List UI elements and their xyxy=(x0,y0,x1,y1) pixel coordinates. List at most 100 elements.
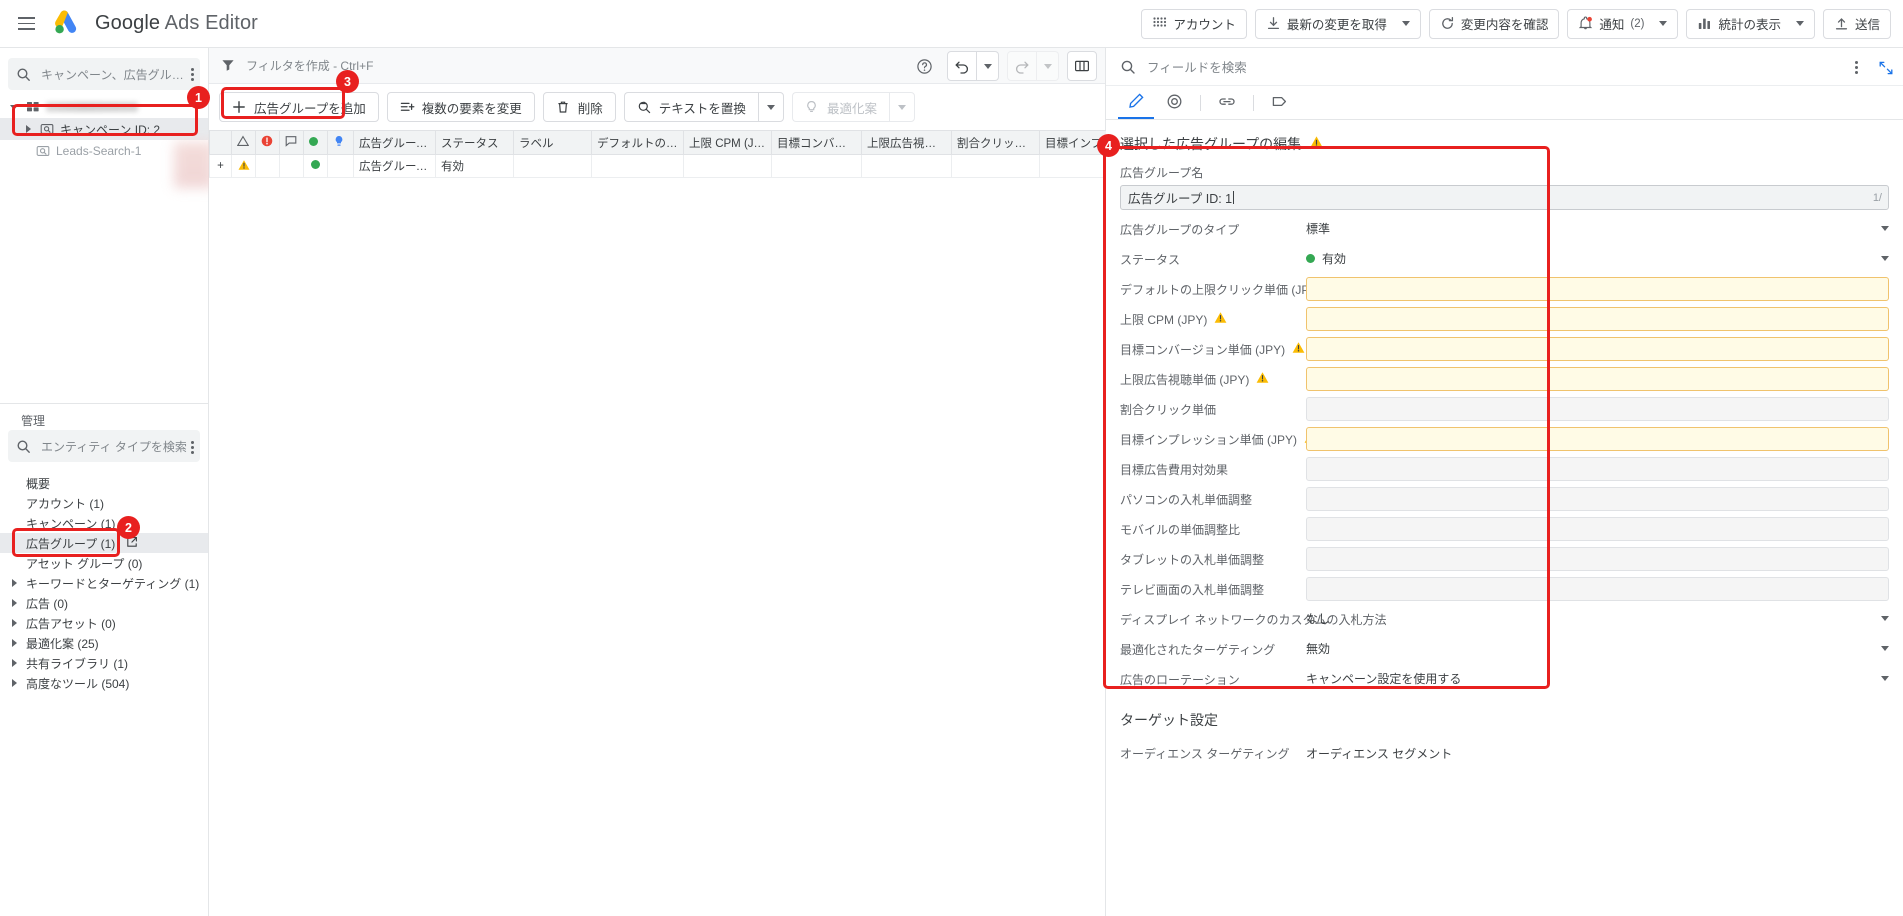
th-error-icon[interactable] xyxy=(255,130,280,155)
tab-targeting[interactable] xyxy=(1156,86,1192,119)
sidebar-item-ad-assets[interactable]: 広告アセット (0) xyxy=(0,613,208,633)
target-roas-input[interactable] xyxy=(1306,457,1889,481)
adgroup-name-input[interactable]: 広告グループ ID: 1 1/ xyxy=(1120,185,1889,210)
bulk-edit-button[interactable]: 複数の要素を変更 xyxy=(386,92,535,122)
sidebar-search-input[interactable]: キャンペーン、広告グループ、アセ... xyxy=(8,58,200,90)
chevron-right-icon[interactable] xyxy=(8,617,20,629)
review-changes-button[interactable]: 変更内容を確認 xyxy=(1428,8,1560,39)
field-optimized-targeting[interactable]: 最適化されたターゲティング 無効 xyxy=(1120,634,1889,664)
row-add-cell[interactable]: + xyxy=(209,154,232,178)
field-display-custom-bidding[interactable]: ディスプレイ ネットワークのカスタムの入札方法 なし xyxy=(1120,604,1889,634)
field-target-roas[interactable]: 目標広告費用対効果 xyxy=(1120,454,1889,484)
chevron-right-icon[interactable] xyxy=(8,577,20,589)
hamburger-icon[interactable] xyxy=(6,4,46,44)
row-target-cpa[interactable] xyxy=(771,154,862,178)
chevron-down-icon[interactable] xyxy=(8,101,20,113)
entity-more-options-icon[interactable] xyxy=(180,435,204,459)
th-label[interactable]: ラベル xyxy=(513,130,592,155)
replace-text-button[interactable]: テキストを置換 xyxy=(623,92,758,122)
notifications-button[interactable]: 通知 (2) xyxy=(1567,8,1679,39)
sidebar-item-overview[interactable]: 概要 xyxy=(0,473,208,493)
panel-more-options-icon[interactable] xyxy=(1844,55,1868,79)
th-max-cpm[interactable]: 上限 CPM (JPY) xyxy=(683,130,772,155)
field-tablet-bid-adjustment[interactable]: タブレットの入札単価調整 xyxy=(1120,544,1889,574)
undo-dropdown-icon[interactable] xyxy=(977,51,999,81)
field-search-placeholder[interactable]: フィールドを検索 xyxy=(1147,57,1247,76)
th-adgroup-name[interactable]: 広告グループ名 xyxy=(353,130,436,155)
field-percent-cpc[interactable]: 割合クリック単価 xyxy=(1120,394,1889,424)
help-circle-icon[interactable] xyxy=(909,51,939,81)
tv-bid-adjustment-input[interactable] xyxy=(1306,577,1889,601)
th-bulb-icon[interactable] xyxy=(327,130,354,155)
field-desktop-bid-adjustment[interactable]: パソコンの入札単価調整 xyxy=(1120,484,1889,514)
sidebar-item-campaigns[interactable]: キャンペーン (1) xyxy=(0,513,208,533)
default-max-cpc-input[interactable] xyxy=(1306,277,1889,301)
optimized-targeting-select[interactable]: 無効 xyxy=(1306,637,1889,661)
th-max-cpv[interactable]: 上限広告視聴単... xyxy=(861,130,952,155)
field-audience-targeting[interactable]: オーディエンス ターゲティング オーディエンス セグメント xyxy=(1120,738,1889,768)
th-status[interactable]: ステータス xyxy=(435,130,514,155)
field-default-max-cpc[interactable]: デフォルトの上限クリック単価 (JPY) xyxy=(1120,274,1889,304)
tab-labels[interactable] xyxy=(1262,86,1298,119)
row-percent-cpc[interactable] xyxy=(951,154,1040,178)
row-adgroup-name[interactable]: 広告グループ ID: 1 xyxy=(353,154,436,178)
sidebar-item-asset-groups[interactable]: アセット グループ (0) xyxy=(0,553,208,573)
target-cpm-input[interactable] xyxy=(1306,427,1889,451)
desktop-bid-adjustment-input[interactable] xyxy=(1306,487,1889,511)
max-cpm-input[interactable] xyxy=(1306,307,1889,331)
sidebar-item-accounts[interactable]: アカウント (1) xyxy=(0,493,208,513)
tree-row-account[interactable] xyxy=(0,96,208,118)
tablet-bid-adjustment-input[interactable] xyxy=(1306,547,1889,571)
field-tv-bid-adjustment[interactable]: テレビ画面の入札単価調整 xyxy=(1120,574,1889,604)
chevron-right-icon[interactable] xyxy=(8,677,20,689)
chevron-right-icon[interactable] xyxy=(8,657,20,669)
table-row[interactable]: + 広告グループ ID: 1 有効 xyxy=(209,154,1198,178)
chevron-right-icon[interactable] xyxy=(22,123,34,135)
chevron-down-icon[interactable] xyxy=(1795,21,1804,26)
tab-edit[interactable] xyxy=(1118,86,1154,119)
view-statistics-button[interactable]: 統計の表示 xyxy=(1686,8,1815,39)
target-cpa-input[interactable] xyxy=(1306,337,1889,361)
open-in-full-icon[interactable] xyxy=(1878,60,1893,75)
field-max-cpm[interactable]: 上限 CPM (JPY) xyxy=(1120,304,1889,334)
sidebar-item-ads[interactable]: 広告 (0) xyxy=(0,593,208,613)
accounts-button[interactable]: アカウント xyxy=(1141,8,1247,39)
undo-icon[interactable] xyxy=(947,51,977,81)
chevron-down-icon[interactable] xyxy=(1659,21,1668,26)
th-comment-icon[interactable] xyxy=(279,130,304,155)
sidebar-more-options-icon[interactable] xyxy=(180,62,204,86)
field-status[interactable]: ステータス 有効 xyxy=(1120,244,1889,274)
sidebar-item-keywords-targeting[interactable]: キーワードとターゲティング (1) xyxy=(0,573,208,593)
th-status-dot-icon[interactable] xyxy=(303,130,328,155)
post-button[interactable]: 送信 xyxy=(1822,8,1891,39)
delete-button[interactable]: 削除 xyxy=(542,92,616,122)
columns-icon[interactable] xyxy=(1067,51,1097,81)
sidebar-campaign-row[interactable]: キャンペーン ID: 2 xyxy=(0,118,208,140)
field-mobile-bid-adjustment[interactable]: モバイルの単価調整比 xyxy=(1120,514,1889,544)
status-select[interactable]: 有効 xyxy=(1306,247,1889,271)
adgroup-type-select[interactable]: 標準 xyxy=(1306,217,1889,241)
mobile-bid-adjustment-input[interactable] xyxy=(1306,517,1889,541)
field-target-cpm[interactable]: 目標インプレッション単価 (JPY) xyxy=(1120,424,1889,454)
chevron-right-icon[interactable] xyxy=(8,597,20,609)
th-target-cpa[interactable]: 目標コンバージョン... xyxy=(771,130,862,155)
percent-cpc-input[interactable] xyxy=(1306,397,1889,421)
row-default-max-cpc[interactable] xyxy=(591,154,684,178)
row-label[interactable] xyxy=(513,154,592,178)
entity-search-input[interactable]: エンティティ タイプを検索 xyxy=(8,430,200,462)
field-target-cpa[interactable]: 目標コンバージョン単価 (JPY) xyxy=(1120,334,1889,364)
add-adgroup-button[interactable]: 広告グループを追加 xyxy=(219,92,379,122)
display-custom-bidding-select[interactable]: なし xyxy=(1306,607,1889,631)
chevron-down-icon[interactable] xyxy=(1401,21,1410,26)
field-ad-rotation[interactable]: 広告のローテーション キャンペーン設定を使用する xyxy=(1120,664,1889,694)
field-max-cpv[interactable]: 上限広告視聴単価 (JPY) xyxy=(1120,364,1889,394)
row-max-cpv[interactable] xyxy=(861,154,952,178)
field-adgroup-type[interactable]: 広告グループのタイプ 標準 xyxy=(1120,214,1889,244)
th-warning-icon[interactable] xyxy=(231,130,256,155)
th-percent-cpc[interactable]: 割合クリック単価 xyxy=(951,130,1040,155)
fetch-latest-changes-button[interactable]: 最新の変更を取得 xyxy=(1254,8,1421,39)
ad-rotation-select[interactable]: キャンペーン設定を使用する xyxy=(1306,667,1889,691)
sidebar-item-shared-library[interactable]: 共有ライブラリ (1) xyxy=(0,653,208,673)
entity-adgroup-row[interactable]: 広告グループ (1) xyxy=(0,533,208,553)
tab-links[interactable] xyxy=(1209,86,1245,119)
